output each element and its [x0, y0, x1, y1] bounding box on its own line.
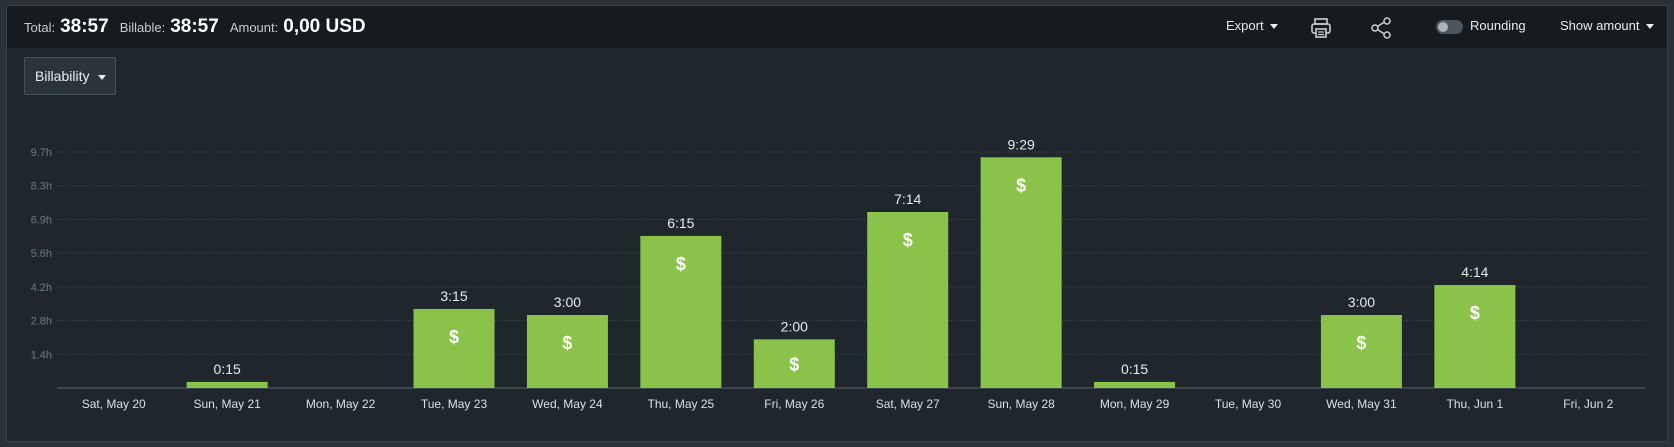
bar	[1434, 285, 1516, 388]
bar	[1094, 381, 1176, 388]
x-tick-label: Wed, May 31	[1326, 397, 1397, 411]
bar-value-label: 6:15	[667, 215, 694, 231]
y-tick-label: 9.7h	[31, 147, 52, 159]
bar	[186, 381, 268, 388]
bar-empty	[73, 387, 155, 388]
x-tick-label: Sun, May 28	[987, 397, 1055, 411]
y-tick-label: 2.8h	[31, 316, 52, 328]
bar-empty	[300, 387, 382, 388]
x-tick-label: Sat, May 27	[876, 397, 940, 411]
x-tick-label: Tue, May 30	[1215, 397, 1282, 411]
bar	[413, 308, 495, 388]
x-tick-label: Sun, May 21	[193, 397, 261, 411]
bar-value-label: 9:29	[1008, 136, 1035, 152]
y-tick-label: 8.3h	[31, 181, 52, 193]
y-tick-label: 6.9h	[31, 214, 52, 226]
x-tick-label: Fri, Jun 2	[1563, 397, 1613, 411]
dollar-icon: $	[789, 355, 799, 375]
bar-value-label: 0:15	[1121, 361, 1148, 377]
dollar-icon: $	[903, 230, 913, 250]
dollar-icon: $	[676, 254, 686, 274]
x-tick-label: Mon, May 22	[306, 397, 376, 411]
x-tick-label: Sat, May 20	[82, 397, 146, 411]
dollar-icon: $	[449, 327, 459, 347]
x-tick-label: Mon, May 29	[1100, 397, 1170, 411]
x-tick-label: Wed, May 24	[532, 397, 603, 411]
bar-value-label: 3:00	[554, 294, 581, 310]
x-tick-label: Tue, May 23	[421, 397, 488, 411]
y-tick-label: 4.2h	[31, 282, 52, 294]
daily-billability-bar-chart: 1.4h 2.8h 4.2h 5.6h 6.9h 8.3h 9.7h Sat, May 20 0…	[31, 136, 1645, 411]
bar-empty	[1547, 387, 1629, 388]
y-tick-label: 5.6h	[31, 248, 52, 260]
bar-value-label: 2:00	[781, 318, 808, 334]
dollar-icon: $	[562, 333, 572, 353]
x-tick-label: Thu, Jun 1	[1447, 397, 1504, 411]
dollar-icon: $	[1016, 175, 1026, 195]
bar-value-label: 3:15	[440, 288, 467, 304]
bar-empty	[1207, 387, 1289, 388]
dollar-icon: $	[1356, 333, 1366, 353]
bar-value-label: 0:15	[214, 361, 241, 377]
x-tick-label: Fri, May 26	[764, 397, 824, 411]
bar-value-label: 7:14	[894, 191, 921, 207]
y-tick-label: 1.4h	[31, 349, 52, 361]
x-tick-label: Thu, May 25	[648, 397, 715, 411]
bar-value-label: 3:00	[1348, 294, 1375, 310]
dollar-icon: $	[1470, 303, 1480, 323]
bar-value-label: 4:14	[1461, 264, 1488, 280]
